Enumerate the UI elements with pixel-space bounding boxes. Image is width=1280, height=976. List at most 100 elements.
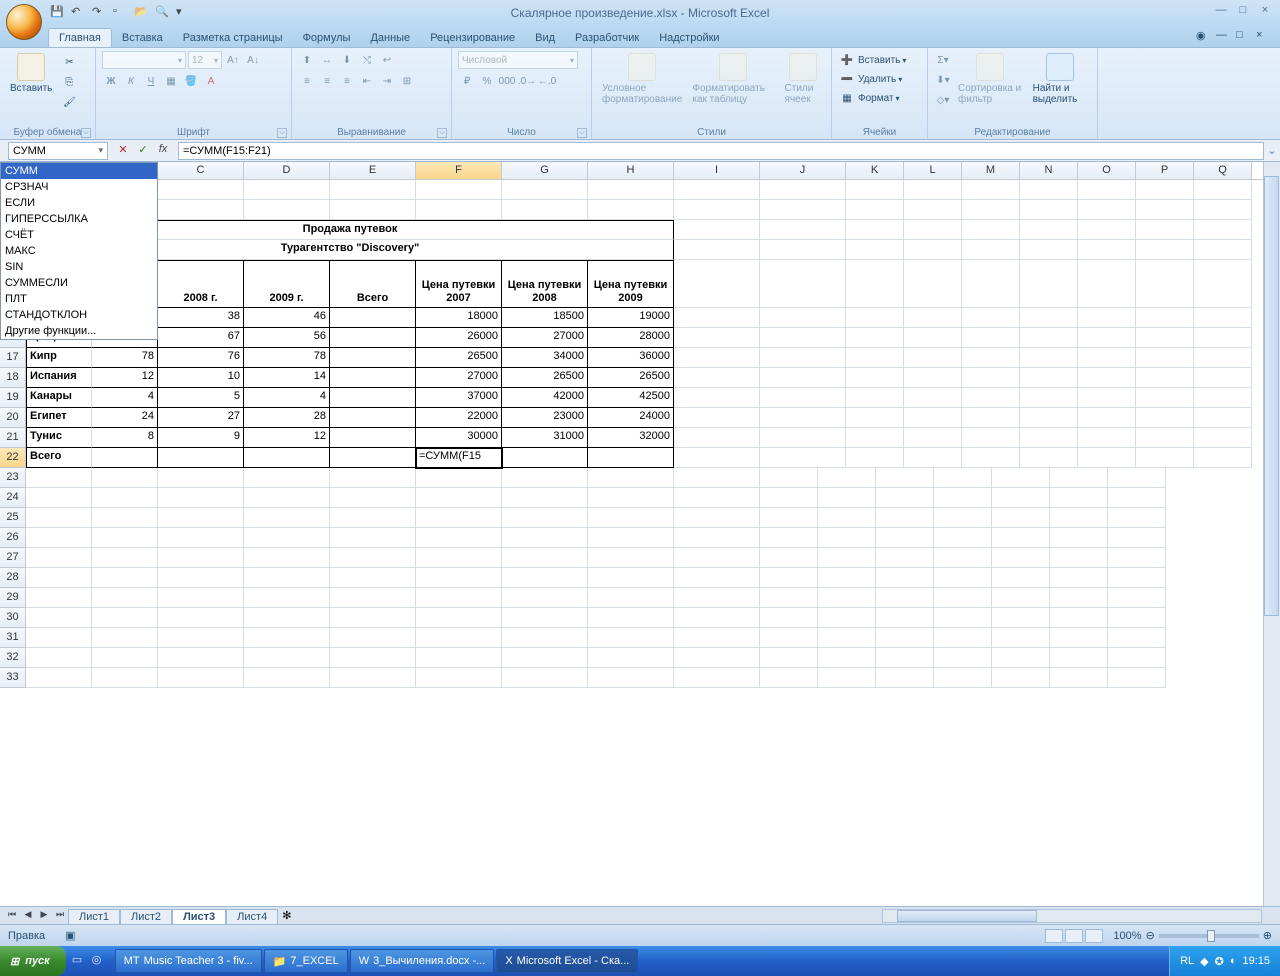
- cell[interactable]: [962, 180, 1020, 200]
- cell[interactable]: [1136, 408, 1194, 428]
- undo-icon[interactable]: ↶: [71, 5, 87, 21]
- cell[interactable]: [416, 548, 502, 568]
- row-header[interactable]: 32: [0, 648, 26, 668]
- cell[interactable]: [1194, 240, 1252, 260]
- cell[interactable]: [1108, 548, 1166, 568]
- cell[interactable]: [904, 388, 962, 408]
- ribbon-minimize-button[interactable]: —: [1216, 29, 1230, 43]
- tab-formulas[interactable]: Формулы: [293, 29, 361, 47]
- cell[interactable]: [674, 508, 760, 528]
- tab-data[interactable]: Данные: [360, 29, 420, 47]
- cell[interactable]: [502, 508, 588, 528]
- function-item[interactable]: Другие функции...: [1, 323, 157, 339]
- cell[interactable]: [244, 668, 330, 688]
- cell[interactable]: [1050, 528, 1108, 548]
- cell[interactable]: [818, 508, 876, 528]
- cell[interactable]: Цена путевки 2009: [588, 260, 674, 308]
- cell[interactable]: [992, 508, 1050, 528]
- formula-bar-expand-icon[interactable]: ⌄: [1264, 144, 1280, 157]
- cell[interactable]: [92, 588, 158, 608]
- thousands-icon[interactable]: 000: [498, 72, 516, 90]
- cell[interactable]: [1050, 568, 1108, 588]
- cell[interactable]: [1136, 428, 1194, 448]
- cell[interactable]: [244, 568, 330, 588]
- function-item[interactable]: МАКС: [1, 243, 157, 259]
- cell[interactable]: Всего: [26, 448, 92, 468]
- cell[interactable]: [416, 608, 502, 628]
- cell[interactable]: 56: [244, 328, 330, 348]
- cell[interactable]: [934, 668, 992, 688]
- cell[interactable]: [674, 328, 760, 348]
- cell[interactable]: [904, 220, 962, 240]
- cell[interactable]: 4: [244, 388, 330, 408]
- cell[interactable]: [92, 668, 158, 688]
- fx-button[interactable]: fx: [154, 143, 172, 159]
- row-header[interactable]: 30: [0, 608, 26, 628]
- tray-icon-2[interactable]: ✪: [1215, 955, 1224, 968]
- row-header[interactable]: 23: [0, 468, 26, 488]
- cell[interactable]: [846, 180, 904, 200]
- align-middle-icon[interactable]: ↔: [318, 51, 336, 69]
- cell[interactable]: [330, 408, 416, 428]
- cell[interactable]: 24: [92, 408, 158, 428]
- cell[interactable]: [674, 240, 760, 260]
- cell[interactable]: [1194, 428, 1252, 448]
- sheet-nav-next-icon[interactable]: ▶: [36, 909, 52, 923]
- cell[interactable]: [330, 448, 416, 468]
- number-format-combo[interactable]: Числовой▾: [458, 51, 578, 69]
- align-top-icon[interactable]: ⬆: [298, 51, 316, 69]
- cell[interactable]: [674, 588, 760, 608]
- cell[interactable]: 24000: [588, 408, 674, 428]
- tab-insert[interactable]: Вставка: [112, 29, 173, 47]
- cell[interactable]: [876, 488, 934, 508]
- cell[interactable]: [992, 488, 1050, 508]
- cell[interactable]: [1108, 608, 1166, 628]
- align-bottom-icon[interactable]: ⬇: [338, 51, 356, 69]
- cell[interactable]: 2008 г.: [158, 260, 244, 308]
- cell[interactable]: [846, 428, 904, 448]
- cell[interactable]: [904, 428, 962, 448]
- function-item[interactable]: ЕСЛИ: [1, 195, 157, 211]
- new-sheet-icon[interactable]: ✻: [282, 909, 291, 922]
- taskbar-item[interactable]: W3_Вычиления.docx -...: [350, 949, 495, 973]
- row-header[interactable]: 20: [0, 408, 26, 428]
- format-cells-button[interactable]: ▦Формат▾: [838, 89, 921, 107]
- new-icon[interactable]: ▫: [113, 5, 129, 21]
- cell[interactable]: [876, 608, 934, 628]
- cell[interactable]: [92, 608, 158, 628]
- cell[interactable]: [26, 648, 92, 668]
- cell[interactable]: [92, 548, 158, 568]
- cell[interactable]: [760, 588, 818, 608]
- cell[interactable]: [962, 308, 1020, 328]
- cell[interactable]: [330, 328, 416, 348]
- cell[interactable]: 14: [244, 368, 330, 388]
- cell[interactable]: 2009 г.: [244, 260, 330, 308]
- percent-icon[interactable]: %: [478, 72, 496, 90]
- cell[interactable]: 18000: [416, 308, 502, 328]
- cell[interactable]: [1020, 428, 1078, 448]
- cell[interactable]: [1050, 488, 1108, 508]
- cell[interactable]: [934, 588, 992, 608]
- cell[interactable]: [760, 548, 818, 568]
- cell[interactable]: [674, 220, 760, 240]
- cell[interactable]: [760, 628, 818, 648]
- cell[interactable]: [992, 528, 1050, 548]
- font-dialog-icon[interactable]: ⌵: [277, 128, 287, 138]
- cell[interactable]: [846, 240, 904, 260]
- cell[interactable]: 10: [158, 368, 244, 388]
- cell[interactable]: [244, 468, 330, 488]
- cell[interactable]: [1020, 388, 1078, 408]
- conditional-formatting-button[interactable]: Условное форматирование: [598, 51, 686, 107]
- function-item[interactable]: СЧЁТ: [1, 227, 157, 243]
- col-header-n[interactable]: N: [1020, 162, 1078, 179]
- cell[interactable]: [158, 468, 244, 488]
- cell[interactable]: [330, 200, 416, 220]
- number-dialog-icon[interactable]: ⌵: [577, 128, 587, 138]
- cell[interactable]: [674, 408, 760, 428]
- cell[interactable]: 32000: [588, 428, 674, 448]
- cell[interactable]: [760, 308, 846, 328]
- cell[interactable]: [760, 648, 818, 668]
- col-header-q[interactable]: Q: [1194, 162, 1252, 179]
- paste-button[interactable]: Вставить: [6, 51, 56, 96]
- cell[interactable]: [1078, 200, 1136, 220]
